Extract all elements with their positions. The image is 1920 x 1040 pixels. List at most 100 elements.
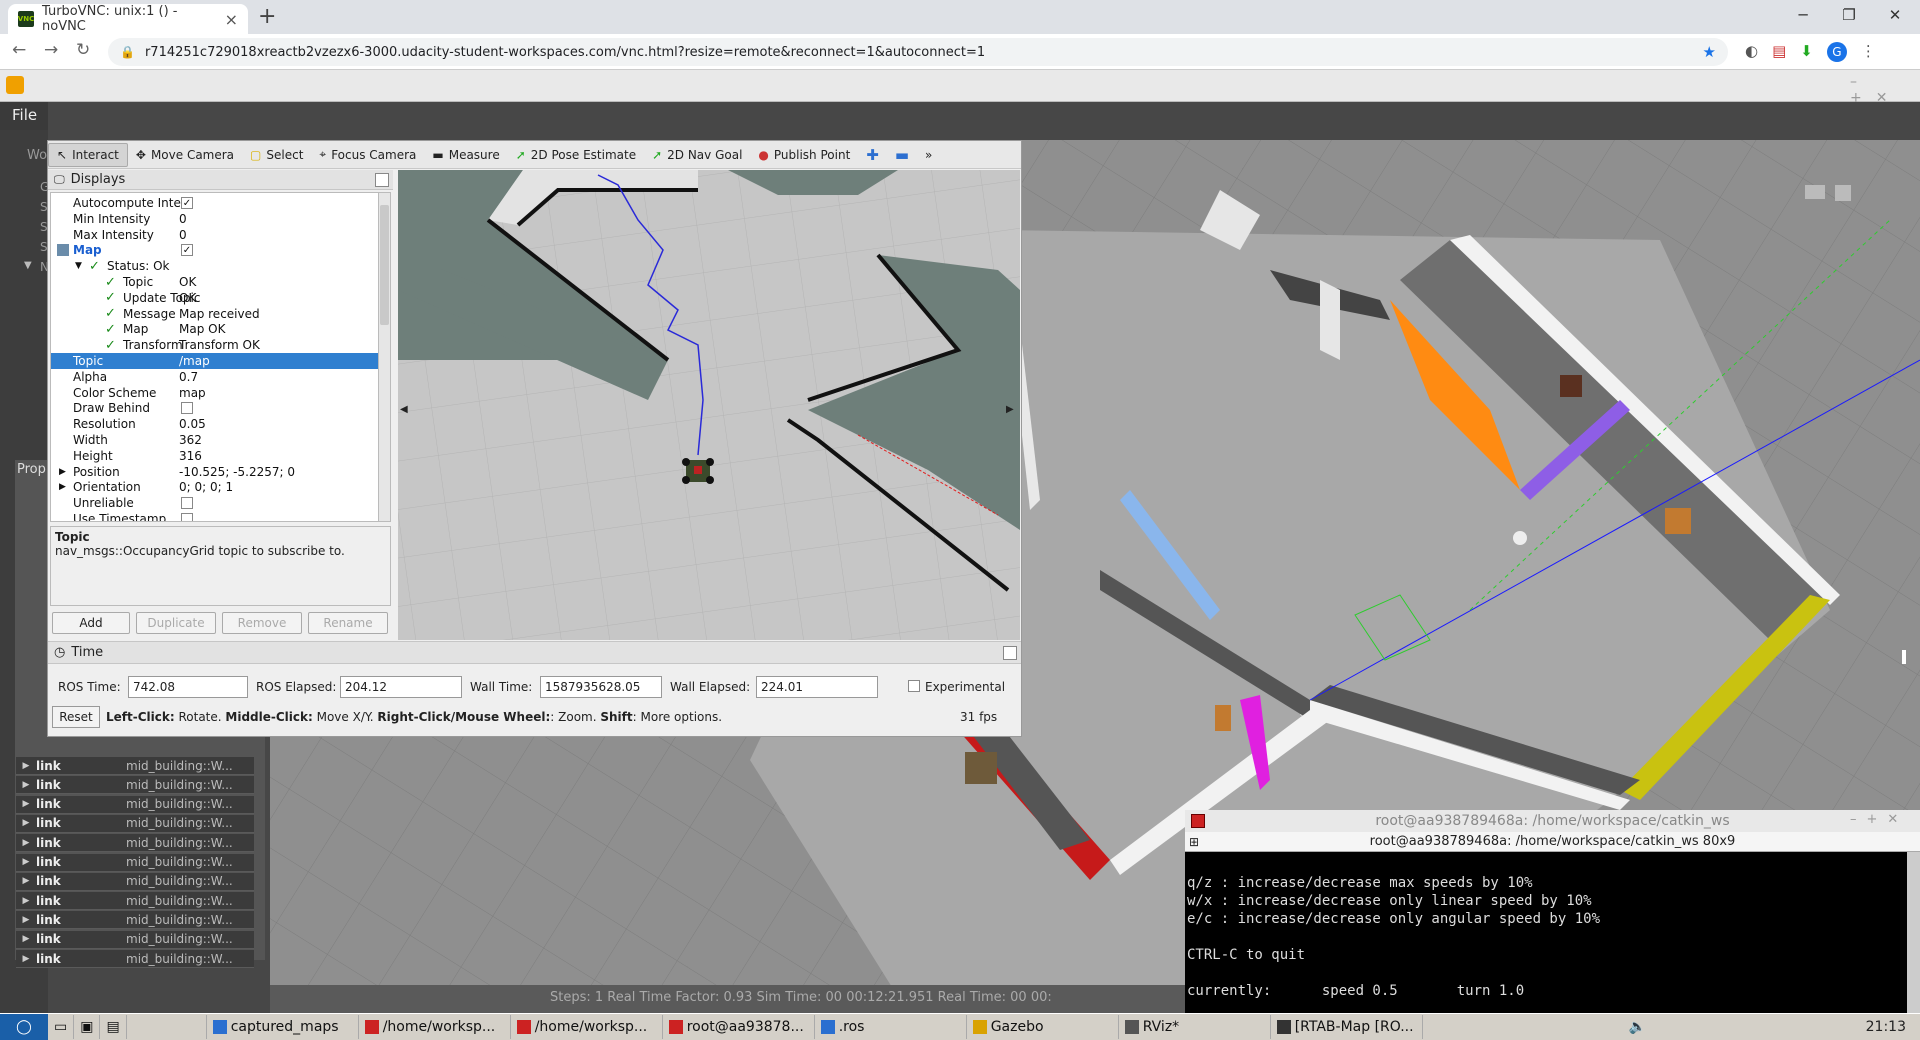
tool-2d-pose-estimate[interactable]: ➚ 2D Pose Estimate — [508, 143, 644, 167]
expand-triangle-icon[interactable]: ▶ — [16, 896, 36, 906]
maximize-icon[interactable]: ❐ — [1826, 0, 1872, 30]
display-tree-row[interactable]: Unreliable — [51, 495, 379, 511]
right-panel-handle[interactable] — [1902, 650, 1906, 664]
expand-triangle-icon[interactable]: ▶ — [16, 780, 36, 790]
gazebo-link-row[interactable]: ▶ link mid_building::W... — [16, 911, 254, 930]
display-tree-row[interactable]: Max Intensity 0 — [51, 227, 379, 243]
gazebo-sphere-object[interactable] — [1513, 531, 1527, 545]
terminal-window[interactable]: root@aa938789468a: /home/workspace/catki… — [1185, 810, 1920, 1040]
duplicate-button[interactable]: Duplicate — [136, 612, 216, 634]
taskbar-window-button[interactable]: root@aa93878... — [663, 1015, 815, 1039]
reload-icon[interactable]: ↻ — [76, 40, 90, 60]
display-tree-row[interactable]: Alpha 0.7 — [51, 369, 379, 385]
expand-triangle-icon[interactable]: ▶ — [59, 482, 66, 492]
undock-icon[interactable] — [1003, 645, 1017, 660]
taskbar-window-button[interactable]: /home/worksp... — [511, 1015, 663, 1039]
expand-triangle-icon[interactable]: ▶ — [16, 857, 36, 867]
pdf-extension-icon[interactable]: ▤ — [1772, 42, 1786, 62]
taskbar-window-button[interactable]: .ros — [815, 1015, 967, 1039]
gazebo-link-row[interactable]: ▶ link mid_building::W... — [16, 892, 254, 911]
display-tree-row[interactable]: Resolution 0.05 — [51, 416, 379, 432]
display-tree-row[interactable]: Autocompute Inte... ✓ — [51, 195, 379, 211]
collapse-right-icon[interactable]: ▶ — [1006, 404, 1014, 415]
reset-button[interactable]: Reset — [52, 706, 100, 728]
display-tree-row[interactable]: Topic/map — [51, 353, 379, 369]
taskbar-window-button[interactable]: [RTAB-Map [RO... — [1271, 1015, 1423, 1039]
display-tree-row[interactable]: ▼ ✓ Status: Ok — [51, 258, 379, 274]
volume-icon[interactable]: 🔈 — [1628, 1019, 1659, 1035]
gazebo-link-row[interactable]: ▶ link mid_building::W... — [16, 950, 254, 968]
wall-time-field[interactable]: 1587935628.05 — [540, 676, 662, 698]
gazebo-box-object[interactable] — [1215, 705, 1231, 731]
undock-icon[interactable] — [375, 172, 389, 187]
display-tree-row[interactable]: Min Intensity 0 — [51, 211, 379, 227]
gazebo-link-row[interactable]: ▶ link mid_building::W... — [16, 776, 254, 795]
back-icon[interactable]: ← — [12, 40, 26, 60]
property-checkbox[interactable]: ✓ — [181, 197, 193, 209]
expand-triangle-icon[interactable]: ▶ — [16, 818, 36, 828]
gazebo-menu-file[interactable]: File — [0, 102, 48, 130]
tool-publish-point[interactable]: ● Publish Point — [750, 143, 858, 167]
property-checkbox[interactable] — [181, 402, 193, 415]
gazebo-link-row[interactable]: ▶ link mid_building::W... — [16, 757, 254, 775]
display-tree-row[interactable]: Draw Behind — [51, 400, 379, 416]
tool-select[interactable]: ▢ Select — [242, 143, 311, 167]
ros-elapsed-field[interactable]: 204.12 — [340, 676, 462, 698]
address-bar[interactable]: 🔒 r714251c729018xreactb2vzezx6-3000.udac… — [108, 38, 1728, 66]
robot-model[interactable] — [682, 458, 714, 484]
taskbar-window-button[interactable]: RViz* — [1119, 1015, 1271, 1039]
expand-triangle-icon[interactable]: ▶ — [16, 915, 36, 925]
profile-avatar[interactable]: G — [1826, 42, 1847, 62]
tool-measure[interactable]: ▬ Measure — [424, 143, 507, 167]
start-button[interactable]: ◯ — [0, 1014, 48, 1040]
gazebo-box-object[interactable] — [965, 752, 997, 784]
tool-focus-camera[interactable]: ⌖ Focus Camera — [311, 143, 424, 167]
forward-icon[interactable]: → — [44, 40, 58, 60]
scrollbar-thumb[interactable] — [380, 205, 389, 325]
gazebo-link-row[interactable]: ▶ link mid_building::W... — [16, 834, 254, 853]
gazebo-link-row[interactable]: ▶ link mid_building::W... — [16, 853, 254, 872]
expand-triangle-icon[interactable]: ▶ — [16, 954, 36, 964]
tool-interact[interactable]: ↖ Interact — [48, 142, 128, 167]
display-tree-row[interactable]: ▶ Orientation 0; 0; 0; 1 — [51, 479, 379, 495]
display-property-tree[interactable]: Autocompute Inte... ✓ Min Intensity 0 Max In… — [50, 192, 380, 522]
add-button[interactable]: Add — [52, 612, 130, 634]
display-tree-row[interactable]: Width 362 — [51, 432, 379, 448]
property-checkbox[interactable] — [181, 497, 193, 510]
workspace-switcher[interactable] — [127, 1015, 207, 1039]
tool-move-camera[interactable]: ✥ Move Camera — [128, 143, 242, 167]
property-checkbox[interactable]: ✓ — [181, 244, 193, 257]
taskbar-window-button[interactable]: captured_maps — [207, 1015, 359, 1039]
display-tree-row[interactable]: ✓ Transform Transform OK — [51, 337, 379, 353]
file-manager-icon[interactable]: ▣ — [74, 1015, 101, 1039]
taskbar-window-button[interactable]: /home/worksp... — [359, 1015, 511, 1039]
display-tree-row[interactable]: ✓ Update Topic OK — [51, 290, 379, 306]
extension-icon[interactable]: ◐ — [1745, 42, 1758, 62]
display-tree-row[interactable]: Height 316 — [51, 448, 379, 464]
add-tool-icon[interactable]: ✚ — [858, 143, 887, 167]
taskbar-window-button[interactable]: Gazebo — [967, 1015, 1119, 1039]
camera-icon[interactable] — [1805, 185, 1825, 199]
display-tree-row[interactable]: ▶ Position -10.525; -5.2257; 0 — [51, 464, 379, 480]
expand-triangle-icon[interactable]: ▶ — [16, 761, 36, 771]
expand-triangle-icon[interactable]: ▶ — [16, 838, 36, 848]
display-tree-row[interactable]: ✓ Topic OK — [51, 274, 379, 290]
collapse-triangle-icon[interactable]: ▼ — [75, 261, 82, 271]
display-tree-row[interactable]: Map ✓ — [51, 242, 379, 258]
gazebo-world-tab[interactable]: Wo — [27, 148, 47, 163]
gazebo-robot[interactable] — [1560, 375, 1582, 397]
rename-button[interactable]: Rename — [308, 612, 388, 634]
display-tree-row[interactable]: Use Timestamp — [51, 511, 379, 521]
toolbar-overflow-icon[interactable]: » — [917, 143, 940, 167]
terminal-window-controls-icon[interactable]: –+✕ — [1850, 812, 1908, 827]
display-tree-row[interactable]: ✓ Map Map OK — [51, 321, 379, 337]
close-window-icon[interactable]: ✕ — [1872, 0, 1918, 30]
display-tree-row[interactable]: Color Scheme map — [51, 385, 379, 401]
expand-triangle-icon[interactable]: ▶ — [16, 876, 36, 886]
wall-elapsed-field[interactable]: 224.01 — [756, 676, 878, 698]
terminal-output[interactable]: q/z : increase/decrease max speeds by 10… — [1185, 852, 1905, 1040]
tool-2d-nav-goal[interactable]: ➚ 2D Nav Goal — [644, 143, 750, 167]
display-tree-row[interactable]: ✓ Message Map received — [51, 306, 379, 322]
expand-triangle-icon[interactable]: ▶ — [59, 467, 66, 477]
tree-scrollbar[interactable] — [378, 192, 391, 522]
